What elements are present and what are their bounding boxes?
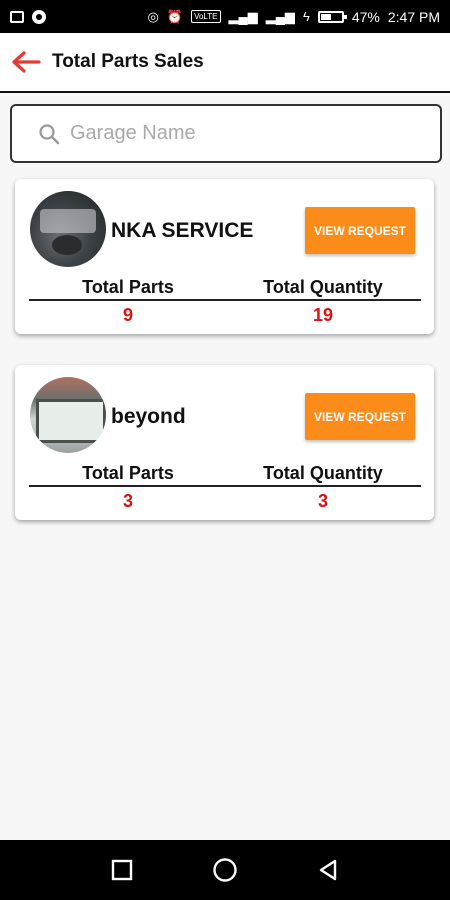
search-bar[interactable] [10, 104, 442, 163]
alarm-icon: ⏰ [166, 9, 184, 24]
garage-avatar [30, 191, 106, 267]
total-parts-value: 3 [122, 491, 133, 511]
notification-dot-icon [32, 9, 46, 24]
battery-percent: 47% [351, 8, 380, 25]
total-parts-label: Total Parts [82, 463, 174, 483]
battery-icon [317, 10, 347, 23]
app-bar: Total Parts Sales [0, 33, 450, 93]
total-quantity-value: 19 [312, 305, 334, 325]
charging-icon: ϟ [302, 9, 310, 24]
back-arrow-icon [12, 51, 41, 73]
square-nav-icon [111, 859, 132, 881]
triangle-back-nav-icon [320, 859, 337, 881]
total-parts-label: Total Parts [82, 277, 174, 297]
recents-button[interactable] [102, 850, 142, 890]
total-parts-value: 9 [122, 305, 133, 325]
page-title: Total Parts Sales [52, 51, 204, 72]
divider [29, 485, 421, 487]
status-bar-right: ◎ ⏰ VoLTE ▂▄▆ ▂▄▆ ϟ 47% 2:47 PM [148, 9, 440, 25]
garage-card: NKA SERVICE VIEW REQUEST Total Parts Tot… [15, 179, 434, 334]
circle-nav-icon [213, 858, 237, 882]
garage-avatar [30, 377, 106, 453]
status-bar-left [10, 9, 46, 24]
garage-name: beyond [111, 405, 186, 428]
signal-icon: ▂▄▆ [228, 9, 258, 24]
back-nav-button[interactable] [308, 850, 348, 890]
back-button[interactable] [0, 32, 52, 92]
total-quantity-value: 3 [317, 491, 328, 511]
search-icon [39, 123, 60, 144]
total-quantity-label: Total Quantity [263, 463, 383, 483]
view-request-button[interactable]: VIEW REQUEST [305, 393, 415, 440]
search-input[interactable] [70, 122, 430, 145]
garage-name: NKA SERVICE [111, 219, 254, 242]
home-button[interactable] [205, 850, 245, 890]
garage-card: beyond VIEW REQUEST Total Parts Total Qu… [15, 365, 434, 520]
status-bar: ◎ ⏰ VoLTE ▂▄▆ ▂▄▆ ϟ 47% 2:47 PM [0, 0, 450, 33]
signal-2-icon: ▂▄▆ [265, 9, 295, 24]
view-request-button[interactable]: VIEW REQUEST [305, 207, 415, 254]
divider [29, 299, 421, 301]
gallery-notification-icon [10, 10, 24, 23]
hotspot-icon: ◎ [147, 9, 159, 24]
total-quantity-label: Total Quantity [263, 277, 383, 297]
clock: 2:47 PM [387, 8, 440, 25]
volte-icon: VoLTE [191, 10, 221, 23]
system-nav-bar [0, 840, 450, 900]
